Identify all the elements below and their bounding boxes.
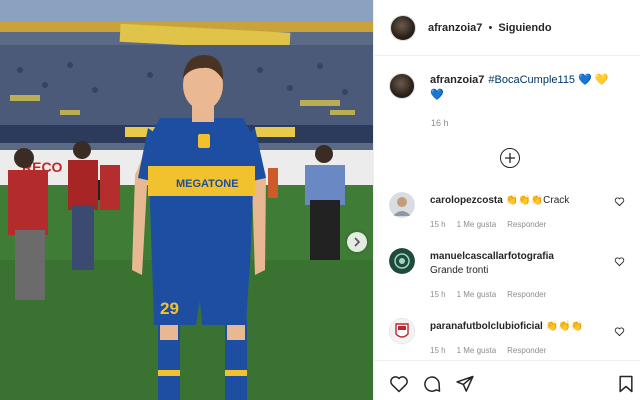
caption-avatar[interactable] <box>389 73 415 99</box>
comment-icon[interactable] <box>422 374 442 394</box>
comment-like-count[interactable]: 1 Me gusta <box>457 290 497 299</box>
comment-time[interactable]: 15 h <box>430 346 446 355</box>
chevron-right-icon <box>354 237 361 247</box>
comment-item: carolopezcosta 👏👏👏Crack 15 h 1 Me gusta Res… <box>389 192 634 234</box>
follow-status-button[interactable]: Siguiendo <box>498 22 551 34</box>
author-username[interactable]: afranzoia7 <box>428 22 482 34</box>
separator-dot: • <box>488 21 493 34</box>
author-avatar[interactable] <box>390 14 416 41</box>
jersey-sponsor-text: MEGATONE <box>176 178 239 190</box>
heart-icon[interactable] <box>389 374 409 394</box>
comment-reply-button[interactable]: Responder <box>507 290 546 299</box>
comment-text: 👏👏👏Crack <box>505 195 570 206</box>
comment-time[interactable]: 15 h <box>430 220 446 229</box>
post-photo[interactable]: RECO 29 MEGATONE <box>0 0 373 400</box>
post-caption: afranzoia7 #BocaCumple115 💙 💛 💙 <box>389 73 629 103</box>
bookmark-icon[interactable] <box>616 374 636 394</box>
yellow-heart-emoji: 💛 <box>594 74 609 86</box>
comment-username[interactable]: carolopezcosta <box>430 195 503 206</box>
comment-like-count[interactable]: 1 Me gusta <box>457 346 497 355</box>
comment-text: 👏👏👏 <box>545 321 584 332</box>
caption-timestamp[interactable]: 16 h <box>431 118 449 128</box>
load-more-comments-button[interactable] <box>500 148 520 168</box>
heart-icon[interactable] <box>614 196 625 207</box>
comment-item: paranafutbolclubioficial 👏👏👏 15 h 1 Me gus… <box>389 318 634 360</box>
post-action-bar <box>373 360 640 400</box>
comment-reply-button[interactable]: Responder <box>507 346 546 355</box>
shorts-number: 29 <box>160 299 179 318</box>
blue-heart-emoji: 💙 <box>578 74 592 86</box>
comment-text: Grande tronti <box>430 265 489 276</box>
plus-circle-icon <box>505 153 515 163</box>
comment-time[interactable]: 15 h <box>430 290 446 299</box>
commenter-avatar[interactable] <box>389 192 415 218</box>
blue-heart-emoji: 💙 <box>430 89 444 101</box>
comment-username[interactable]: paranafutbolclubioficial <box>430 321 543 332</box>
heart-icon[interactable] <box>614 326 625 337</box>
heart-icon[interactable] <box>614 256 625 267</box>
post-header: afranzoia7 • Siguiendo <box>374 0 640 56</box>
photo-image: RECO 29 MEGATONE <box>0 0 373 400</box>
comment-item: manuelcascallarfotografia Grande tronti … <box>389 248 634 299</box>
comment-reply-button[interactable]: Responder <box>507 220 546 229</box>
comment-like-count[interactable]: 1 Me gusta <box>457 220 497 229</box>
next-photo-button[interactable] <box>347 232 367 252</box>
commenter-avatar[interactable] <box>389 318 415 344</box>
comment-username[interactable]: manuelcascallarfotografia <box>430 251 554 262</box>
share-icon[interactable] <box>455 374 475 394</box>
caption-hashtag[interactable]: #BocaCumple115 <box>488 74 575 86</box>
commenter-avatar[interactable] <box>389 248 415 274</box>
caption-username[interactable]: afranzoia7 <box>430 74 484 86</box>
